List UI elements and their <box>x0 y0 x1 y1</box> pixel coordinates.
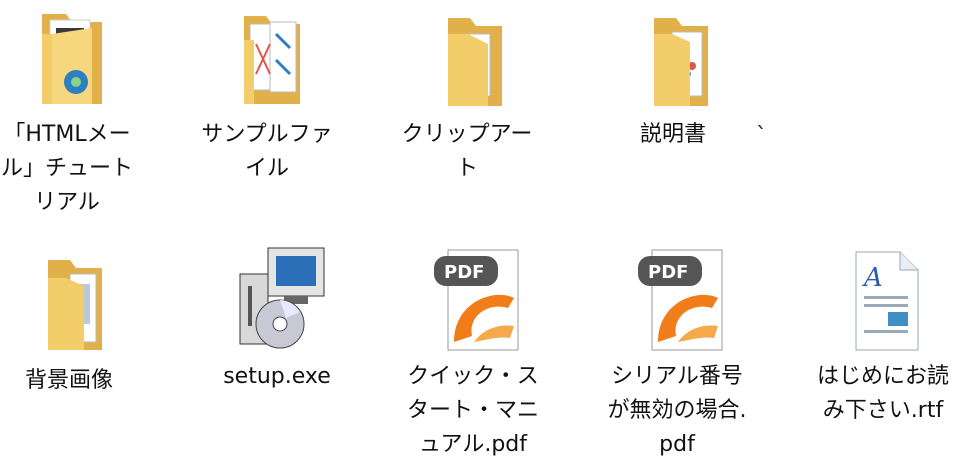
folder-icon <box>212 4 322 114</box>
file-item-setup-exe[interactable]: setup.exe <box>202 246 352 394</box>
file-label: 背景画像 <box>24 368 113 393</box>
file-label: クリップアート <box>401 122 533 181</box>
svg-text:PDF: PDF <box>648 262 688 283</box>
folder-icon <box>412 4 522 114</box>
file-item-html-mail-tutorial[interactable]: 「HTMLメール」チュートリアル <box>0 4 142 220</box>
folder-icon <box>618 4 728 114</box>
svg-text:PDF: PDF <box>444 262 484 283</box>
file-label: はじめにお読み下さい.rtf <box>816 364 949 423</box>
file-label: シリアル番号が無効の場合.pdf <box>607 364 747 457</box>
file-item-readme-rtf[interactable]: A はじめにお読み下さい.rtf <box>808 246 958 428</box>
file-label: setup.exe <box>223 364 331 389</box>
file-item-sample-file[interactable]: サンプルファイル <box>192 4 342 186</box>
folder-icon <box>12 4 122 114</box>
file-label: クイック・スタート・マニュアル.pdf <box>406 364 539 457</box>
file-item-clip-art[interactable]: クリップアート <box>392 4 542 186</box>
installer-icon <box>222 246 332 356</box>
pdf-icon: PDF <box>622 246 732 356</box>
file-label: 説明書 <box>639 122 706 147</box>
file-item-serial-invalid-pdf[interactable]: PDF シリアル番号が無効の場合.pdf <box>602 246 752 462</box>
file-label: 「HTMLメール」チュートリアル <box>0 122 133 215</box>
svg-text:A: A <box>862 263 883 293</box>
file-item-background-images[interactable]: 背景画像 <box>0 250 144 398</box>
file-item-manual[interactable]: 説明書 <box>598 4 748 152</box>
pdf-icon: PDF <box>418 246 528 356</box>
file-label: サンプルファイル <box>201 122 333 181</box>
file-item-quick-start-pdf[interactable]: PDF クイック・スタート・マニュアル.pdf <box>398 246 548 462</box>
rtf-document-icon: A <box>828 246 938 356</box>
stray-mark: ` <box>756 124 767 149</box>
folder-icon <box>14 250 124 360</box>
